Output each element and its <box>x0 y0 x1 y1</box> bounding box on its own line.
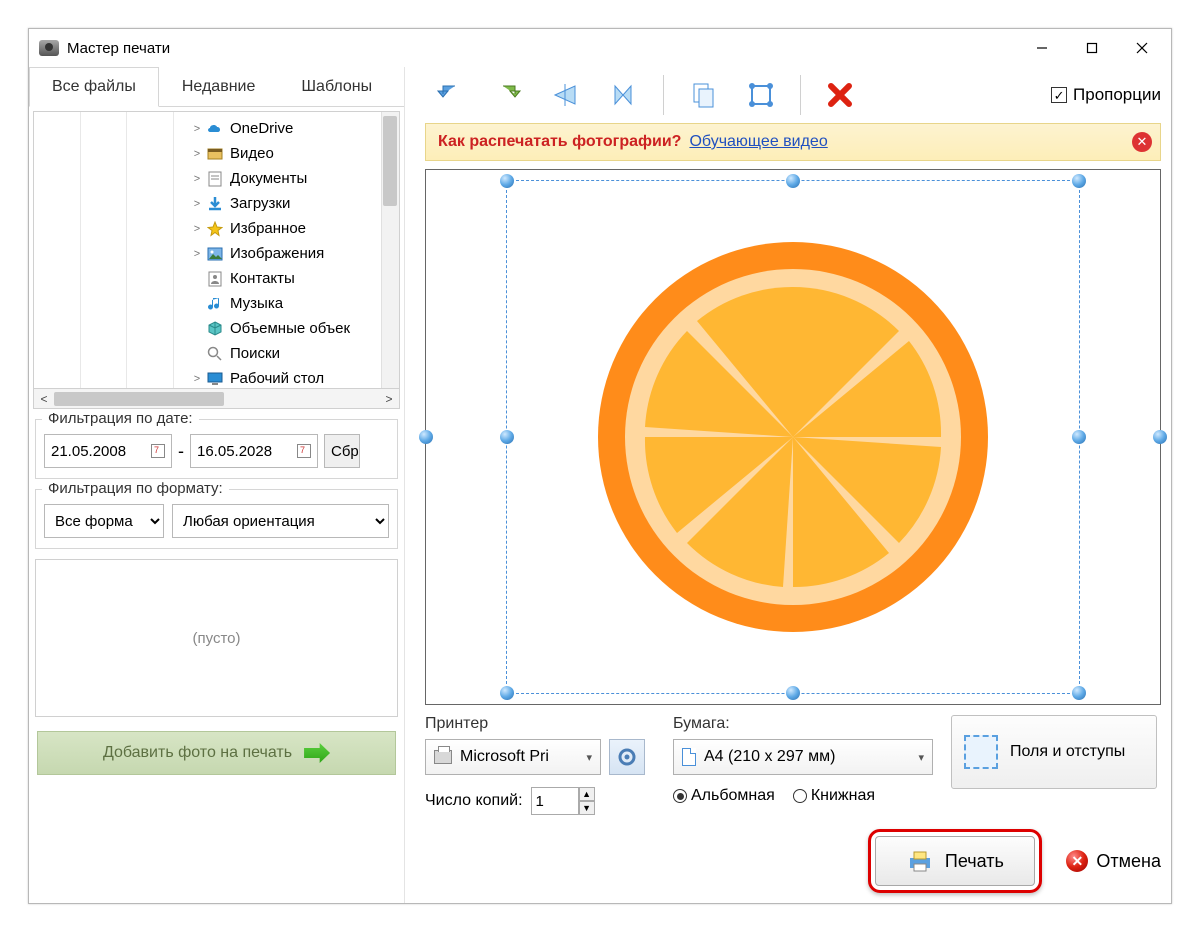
rotate-left-button[interactable] <box>425 73 475 117</box>
source-tabs: Все файлы Недавние Шаблоны <box>29 67 404 107</box>
format-combo[interactable]: Все форма <box>44 504 164 538</box>
margins-icon <box>964 735 998 769</box>
tab-recent[interactable]: Недавние <box>159 67 279 106</box>
tutorial-video-link[interactable]: Обучающее видео <box>689 133 827 151</box>
flip-horizontal-button[interactable] <box>599 73 649 117</box>
resize-handle[interactable] <box>500 174 514 188</box>
tab-templates[interactable]: Шаблоны <box>278 67 395 106</box>
video-icon <box>206 146 224 162</box>
copies-input[interactable]: ▲▼ <box>531 787 595 815</box>
tree-item[interactable]: >Избранное <box>174 216 399 241</box>
hint-bar: Как распечатать фотографии? Обучающее ви… <box>425 123 1161 161</box>
desktop-icon <box>206 371 224 387</box>
docs-icon <box>206 171 224 187</box>
tree-item[interactable]: >Изображения <box>174 241 399 266</box>
gear-icon <box>617 747 637 767</box>
format-filter-label: Фильтрация по формату: <box>42 480 229 497</box>
proportions-checkbox[interactable]: ✓ Пропорции <box>1051 85 1161 105</box>
copies-label: Число копий: <box>425 792 523 810</box>
orientation-landscape-radio[interactable]: Альбомная <box>673 787 775 805</box>
file-browser: >OneDrive>Видео>Документы>Загрузки>Избра… <box>33 111 400 389</box>
horizontal-scrollbar[interactable]: <> <box>33 389 400 409</box>
calendar-icon[interactable] <box>297 444 311 458</box>
rotate-right-button[interactable] <box>483 73 533 117</box>
resize-handle[interactable] <box>1072 430 1086 444</box>
hint-question: Как распечатать фотографии? <box>438 133 681 151</box>
copy-button[interactable] <box>678 73 728 117</box>
downloads-icon <box>206 196 224 212</box>
edit-toolbar: ✓ Пропорции <box>425 67 1161 123</box>
add-photo-button[interactable]: Добавить фото на печать <box>37 731 396 775</box>
cancel-icon: ✕ <box>1066 850 1088 872</box>
pictures-icon <box>206 246 224 262</box>
3d-icon <box>206 321 224 337</box>
printer-settings-button[interactable] <box>609 739 645 775</box>
delete-button[interactable] <box>815 73 865 117</box>
minimize-button[interactable] <box>1017 32 1067 64</box>
hint-close-icon[interactable]: ✕ <box>1132 132 1152 152</box>
date-filter-label: Фильтрация по дате: <box>42 410 199 427</box>
crop-button[interactable] <box>736 73 786 117</box>
orange-slice-image[interactable] <box>583 227 1003 647</box>
tree-item[interactable]: >Загрузки <box>174 191 399 216</box>
left-panel: Все файлы Недавние Шаблоны >OneDrive>Вид… <box>29 67 405 903</box>
date-from-input[interactable]: 21.05.2008 <box>44 434 172 468</box>
onedrive-icon <box>206 121 224 137</box>
tree-item[interactable]: Объемные объек <box>174 316 399 341</box>
print-wizard-window: Мастер печати Все файлы Недавние Шаблоны… <box>28 28 1172 904</box>
right-panel: ✓ Пропорции Как распечатать фотографии? … <box>405 67 1171 903</box>
flip-vertical-button[interactable] <box>541 73 591 117</box>
resize-handle[interactable] <box>500 686 514 700</box>
resize-handle[interactable] <box>1072 686 1086 700</box>
paper-label: Бумага: <box>673 715 933 733</box>
date-filter-box: Фильтрация по дате: 21.05.2008 - 16.05.2… <box>35 419 398 479</box>
print-button[interactable]: Печать <box>875 836 1035 886</box>
resize-handle[interactable] <box>500 430 514 444</box>
search-icon <box>206 346 224 362</box>
printer-icon <box>434 750 452 764</box>
resize-handle[interactable] <box>1072 174 1086 188</box>
resize-handle-left[interactable] <box>419 430 433 444</box>
paper-combo[interactable]: A4 (210 x 297 мм) ▾ <box>673 739 933 775</box>
thumbnails-panel: (пусто) <box>35 559 398 717</box>
page-icon <box>682 748 696 766</box>
tree-item[interactable]: >Документы <box>174 166 399 191</box>
margins-button[interactable]: Поля и отступы <box>951 715 1157 789</box>
resize-handle[interactable] <box>786 686 800 700</box>
title-bar: Мастер печати <box>29 29 1171 67</box>
printer-label: Принтер <box>425 715 655 733</box>
printer-combo[interactable]: Microsoft Pri ▾ <box>425 739 601 775</box>
tree-item[interactable]: >OneDrive <box>174 116 399 141</box>
arrow-right-icon <box>304 743 330 763</box>
tab-all-files[interactable]: Все файлы <box>29 67 159 107</box>
tree-item[interactable]: >Рабочий стол <box>174 366 399 388</box>
resize-handle[interactable] <box>786 174 800 188</box>
printer-icon <box>907 850 933 872</box>
tree-item[interactable]: Контакты <box>174 266 399 291</box>
format-filter-box: Фильтрация по формату: Все форма Любая о… <box>35 489 398 549</box>
date-to-input[interactable]: 16.05.2028 <box>190 434 318 468</box>
vertical-scrollbar[interactable] <box>381 112 399 388</box>
tree-item[interactable]: >Видео <box>174 141 399 166</box>
print-button-highlight: Печать <box>868 829 1042 893</box>
contacts-icon <box>206 271 224 287</box>
folder-tree[interactable]: >OneDrive>Видео>Документы>Загрузки>Избра… <box>174 112 399 388</box>
calendar-icon[interactable] <box>151 444 165 458</box>
tree-item[interactable]: Музыка <box>174 291 399 316</box>
music-icon <box>206 296 224 312</box>
resize-handle-right[interactable] <box>1153 430 1167 444</box>
tree-item[interactable]: Поиски <box>174 341 399 366</box>
fav-icon <box>206 221 224 237</box>
close-button[interactable] <box>1117 32 1167 64</box>
cancel-button[interactable]: ✕ Отмена <box>1066 850 1161 872</box>
date-reset-button[interactable]: Сбросить <box>324 434 360 468</box>
orientation-combo[interactable]: Любая ориентация <box>172 504 389 538</box>
maximize-button[interactable] <box>1067 32 1117 64</box>
window-title: Мастер печати <box>67 40 170 57</box>
camera-icon <box>39 40 59 56</box>
checkbox-icon: ✓ <box>1051 87 1067 103</box>
orientation-portrait-radio[interactable]: Книжная <box>793 787 875 805</box>
print-canvas[interactable] <box>425 169 1161 705</box>
